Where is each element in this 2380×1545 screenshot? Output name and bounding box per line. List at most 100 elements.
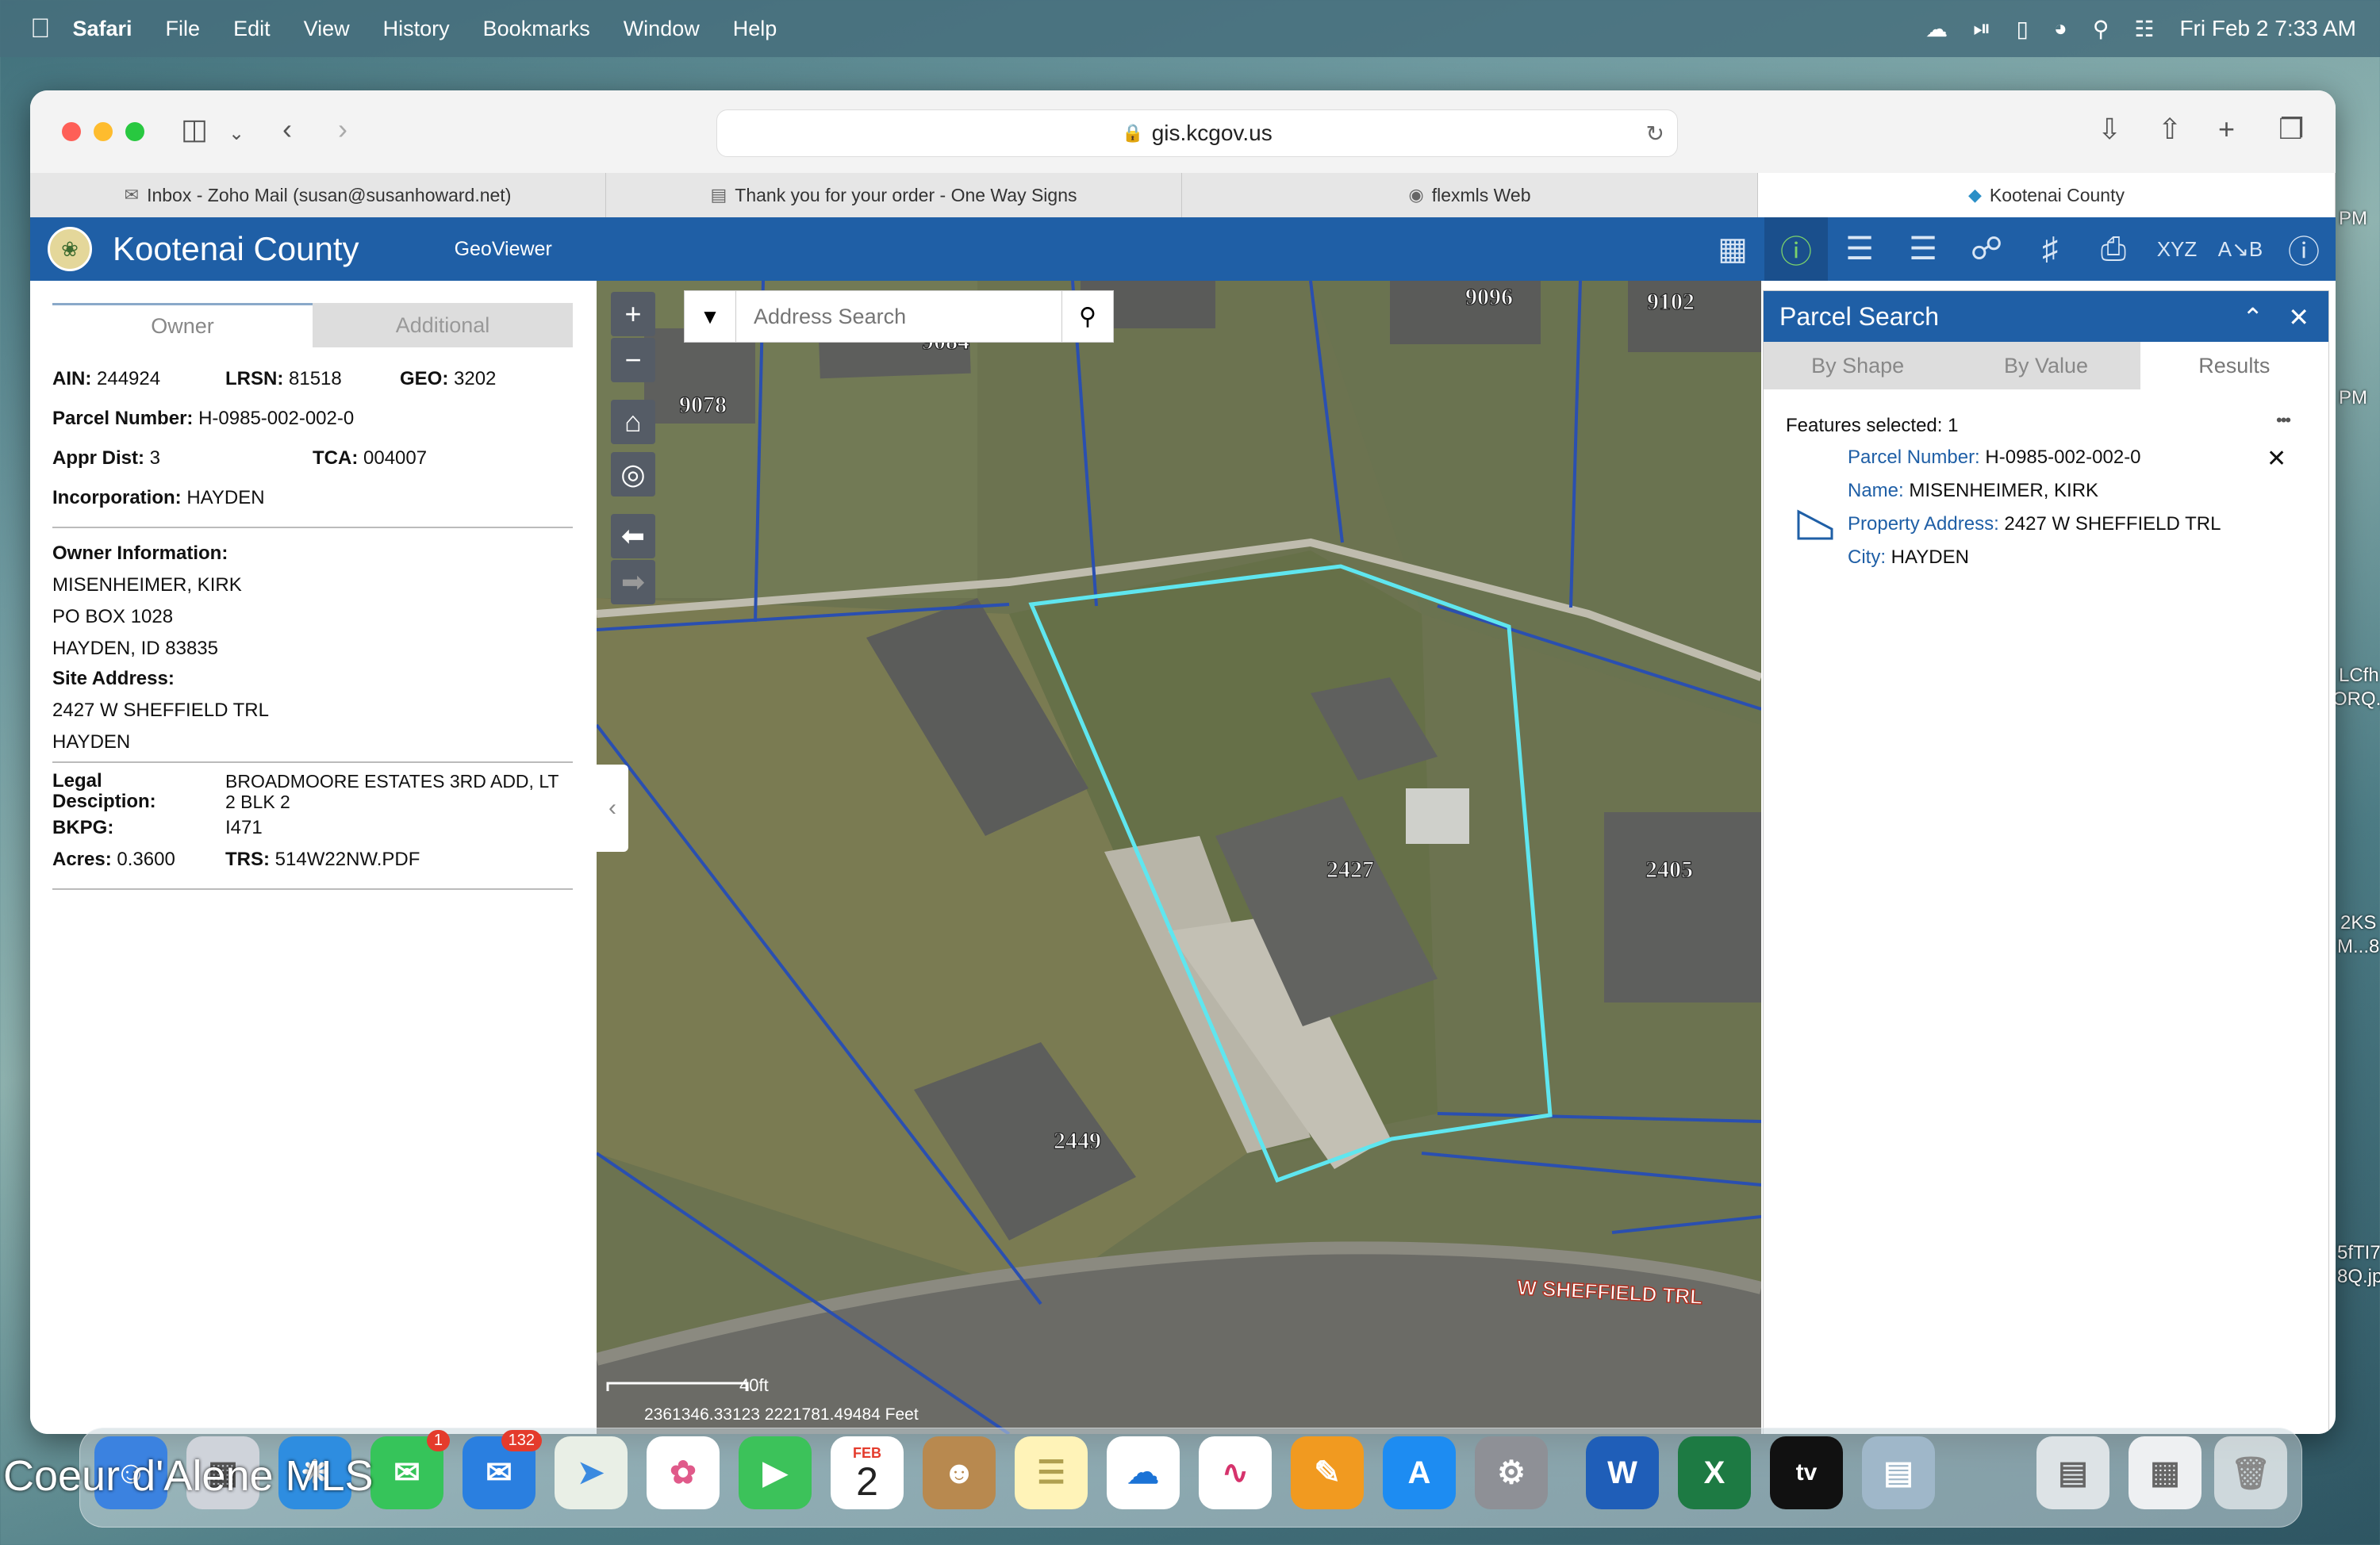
tab-label: Inbox - Zoho Mail (susan@susanhoward.net… (147, 184, 512, 205)
back-icon[interactable]: ‹ (282, 113, 292, 146)
pages-icon[interactable]: ✎ (1291, 1436, 1364, 1509)
search-dropdown-icon[interactable]: ▼ (685, 291, 736, 342)
apple-tv-icon[interactable]: tv (1770, 1436, 1843, 1509)
clock[interactable]: Fri Feb 2 7:33 AM (2179, 16, 2356, 41)
freeform-icon[interactable]: ∿ (1199, 1436, 1272, 1509)
menu-file[interactable]: File (166, 17, 201, 41)
tab-one-way-signs[interactable]: ▤ Thank you for your order - One Way Sig… (606, 173, 1182, 217)
notes-icon[interactable]: ☰ (1015, 1436, 1088, 1509)
zoom-window-button[interactable] (125, 122, 144, 141)
measure-icon[interactable]: ♯ (2018, 217, 2082, 281)
basemap-icon[interactable]: ☍ (1955, 217, 2018, 281)
owner-panel: Owner Additional AIN: 244924 LRSN: 81518… (30, 281, 597, 1434)
facetime-icon[interactable]: ▶ (739, 1436, 812, 1509)
menu-app-name[interactable]: Safari (73, 17, 132, 41)
next-extent-icon[interactable]: ➡ (611, 560, 655, 604)
spotlight-icon[interactable]: ⚲ (2093, 16, 2109, 42)
xyz-icon[interactable]: XYZ (2145, 217, 2209, 281)
downloads-icon[interactable]: ⇩ (2098, 113, 2121, 146)
tab-flexmls[interactable]: ◉ flexmls Web (1182, 173, 1758, 217)
trash-icon[interactable]: 🗑 (2214, 1436, 2287, 1509)
system-settings-icon[interactable]: ⚙ (1475, 1436, 1548, 1509)
new-tab-icon[interactable]: + (2218, 113, 2235, 146)
desktop-text: ORQ.j (2332, 688, 2380, 710)
recent-document-icon[interactable]: ▤ (2036, 1436, 2109, 1509)
calendar-icon[interactable]: FEB 2 (831, 1436, 904, 1509)
trs-row: TRS: 514W22NW.PDF (225, 849, 420, 871)
bkpg-label: BKPG: (52, 817, 114, 838)
collapse-panel-button[interactable]: ‹ (597, 765, 628, 852)
safari-window: ◫ ⌄ ‹ › 🔒 gis.kcgov.us ↻ ⇩ ⇧ + ❐ ✉ Inbox… (30, 90, 2336, 1434)
play-icon[interactable]: ⏯ (1973, 16, 1990, 42)
control-center-icon[interactable]: ☷ (2134, 16, 2154, 42)
wifi-icon[interactable]: ◕ (2054, 16, 2067, 41)
menu-help[interactable]: Help (733, 17, 777, 41)
identify-icon[interactable]: ⓘ (1764, 217, 1828, 281)
locate-icon[interactable]: ◎ (611, 452, 655, 496)
aerial-map[interactable]: 9096 9102 9084 9078 2427 2405 2449 W SHE… (597, 281, 1761, 1434)
label-icon[interactable]: A↘B (2209, 217, 2272, 281)
layers-icon[interactable]: ☰ (1828, 217, 1891, 281)
address-search-input[interactable] (736, 303, 1061, 330)
trs-value[interactable]: 514W22NW.PDF (275, 849, 420, 870)
reload-icon[interactable]: ↻ (1646, 121, 1664, 147)
grid-icon[interactable]: ▦ (1701, 217, 1764, 281)
parcel-label: 9096 (1465, 284, 1513, 310)
tab-additional[interactable]: Additional (313, 303, 573, 347)
legal-value: BROADMOORE ESTATES 3RD ADD, LT 2 BLK 2 (225, 771, 559, 812)
excel-icon[interactable]: X (1678, 1436, 1751, 1509)
zoom-in-button[interactable]: + (611, 292, 655, 336)
app-store-icon[interactable]: A (1383, 1436, 1456, 1509)
menu-bookmarks[interactable]: Bookmarks (483, 17, 590, 41)
print-icon[interactable]: ⎙ (2082, 217, 2145, 281)
previous-extent-icon[interactable]: ⬅ (611, 514, 655, 558)
preview-icon[interactable]: ▤ (1862, 1436, 1935, 1509)
maps-icon[interactable]: ➤ (555, 1436, 628, 1509)
tab-kootenai-county[interactable]: ◆ Kootenai County (1758, 173, 2336, 217)
tab-by-shape[interactable]: By Shape (1764, 342, 1952, 389)
scale-label: 40ft (739, 1375, 769, 1395)
close-icon[interactable]: ✕ (2288, 302, 2309, 332)
minimize-window-button[interactable] (94, 122, 113, 141)
tab-owner[interactable]: Owner (52, 303, 313, 347)
apple-icon[interactable]:  (30, 13, 51, 44)
menu-history[interactable]: History (383, 17, 450, 41)
tab-overview-icon[interactable]: ❐ (2278, 113, 2304, 146)
forward-icon[interactable]: › (338, 113, 347, 146)
chevron-down-icon[interactable]: ⌄ (228, 122, 244, 145)
sidebar-toggle-icon[interactable]: ◫ (181, 113, 208, 146)
map-view[interactable]: 9096 9102 9084 9078 2427 2405 2449 W SHE… (597, 281, 1761, 1434)
tab-by-value[interactable]: By Value (1952, 342, 2140, 389)
ain-label: AIN: (52, 368, 92, 389)
zoom-out-button[interactable]: − (611, 338, 655, 382)
word-icon[interactable]: W (1586, 1436, 1659, 1509)
menu-edit[interactable]: Edit (233, 17, 271, 41)
home-icon[interactable]: ⌂ (611, 400, 655, 444)
photos-icon[interactable]: ✿ (647, 1436, 720, 1509)
remove-result-icon[interactable]: ✕ (2267, 445, 2286, 473)
battery-icon[interactable]: ▯ (2016, 16, 2028, 42)
onedrive-icon[interactable]: ☁ (1107, 1436, 1180, 1509)
dock: ☺ ▦ ❋ ✉ 1 ✉ 132 ➤ ✿ ▶ FEB 2 ☻ ☰ ☁ ∿ ✎ A ⚙ … (79, 1428, 2302, 1528)
more-options-icon[interactable]: ••• (2276, 410, 2291, 431)
about-icon[interactable]: ⓘ (2272, 217, 2336, 281)
parcel-search-header: Parcel Search ⌃ ✕ (1764, 291, 2328, 342)
parcel-label: 9102 (1647, 289, 1695, 315)
icloud-icon[interactable]: ☁ (1925, 16, 1948, 42)
recent-screenshot-icon[interactable]: ▦ (2129, 1436, 2202, 1509)
collapse-up-icon[interactable]: ⌃ (2242, 302, 2263, 332)
messages-icon[interactable]: ✉ 1 (370, 1430, 450, 1509)
result-parcel[interactable]: Parcel Number: H-0985-002-002-0 (1848, 447, 2141, 469)
share-icon[interactable]: ⇧ (2158, 113, 2182, 146)
mail-icon[interactable]: ✉ 132 (463, 1430, 542, 1509)
legend-icon[interactable]: ☰ (1891, 217, 1955, 281)
address-bar[interactable]: 🔒 gis.kcgov.us ↻ (716, 109, 1678, 157)
features-selected: Features selected: 1 (1786, 415, 1959, 436)
search-icon[interactable]: ⚲ (1061, 291, 1113, 342)
tab-results[interactable]: Results (2140, 342, 2328, 389)
contacts-icon[interactable]: ☻ (923, 1436, 996, 1509)
menu-view[interactable]: View (304, 17, 350, 41)
tab-zoho-mail[interactable]: ✉ Inbox - Zoho Mail (susan@susanhoward.n… (30, 173, 606, 217)
menu-window[interactable]: Window (624, 17, 700, 41)
close-window-button[interactable] (62, 122, 81, 141)
